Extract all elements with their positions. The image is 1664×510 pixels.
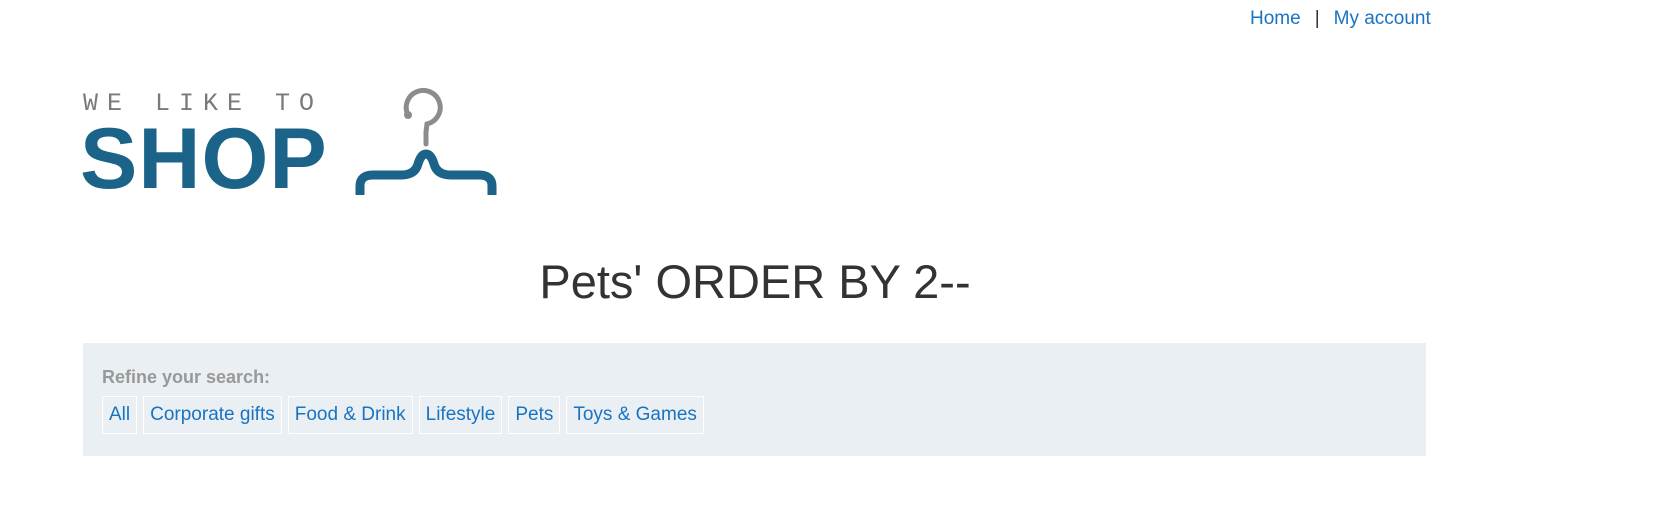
home-link[interactable]: Home: [1250, 8, 1301, 29]
page-title: Pets' ORDER BY 2--: [539, 255, 971, 308]
filter-corporate-gifts[interactable]: Corporate gifts: [143, 396, 282, 434]
filter-all[interactable]: All: [102, 396, 138, 434]
filter-lifestyle[interactable]: Lifestyle: [418, 396, 503, 434]
logo-word: SHOP: [80, 111, 328, 207]
site-logo[interactable]: WE LIKE TO SHOP: [80, 86, 510, 208]
refine-label: Refine your search:: [102, 367, 271, 387]
refine-panel: Refine your search: All Corporate gifts …: [83, 343, 1426, 456]
my-account-link[interactable]: My account: [1334, 8, 1431, 29]
hanger-icon: [355, 87, 497, 195]
page: Home | My account WE LIKE TO SHOP Pets' OR…: [0, 0, 1664, 510]
filter-food-drink[interactable]: Food & Drink: [287, 396, 413, 434]
top-nav: Home | My account: [1250, 8, 1431, 30]
nav-separator: |: [1314, 8, 1320, 29]
category-filters: All Corporate gifts Food & Drink Lifesty…: [102, 396, 1407, 434]
filter-pets[interactable]: Pets: [508, 396, 561, 434]
filter-toys-games[interactable]: Toys & Games: [566, 396, 704, 434]
